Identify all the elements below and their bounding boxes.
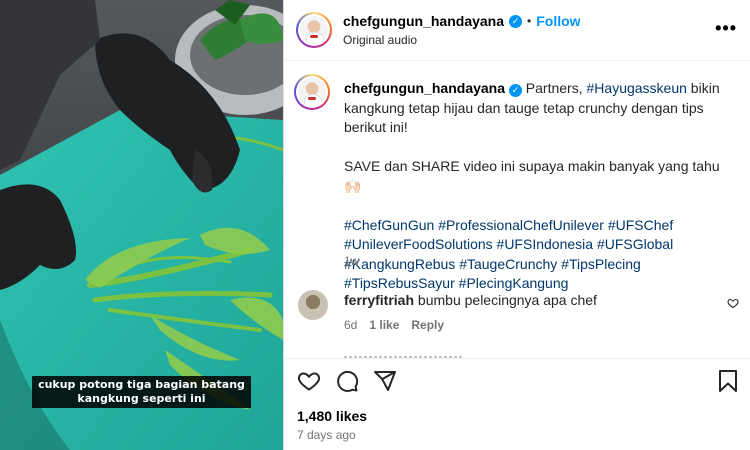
commenter-avatar[interactable] (298, 290, 328, 320)
author-username[interactable]: chefgungun_handayana (343, 13, 504, 29)
post-author-avatar[interactable] (294, 74, 330, 110)
caption-text-1: Partners, (521, 80, 587, 96)
hashtag-link[interactable]: #PlecingKangung (459, 275, 569, 291)
reply-button[interactable]: Reply (411, 318, 444, 332)
hashtag-link[interactable]: #TipsPlecing (561, 256, 641, 272)
likes-count[interactable]: 1,480 likes (297, 408, 367, 424)
hashtag-link[interactable]: #Hayugasskeun (587, 80, 687, 96)
comment-likes[interactable]: 1 like (369, 318, 399, 332)
hashtag-link[interactable]: #KangkungRebus (344, 256, 455, 272)
audio-label[interactable]: Original audio (343, 33, 417, 47)
post-panel: chefgungun_handayana ✓ • Follow Original… (283, 0, 750, 450)
comment-text: bumbu pelecingnya apa chef (417, 292, 597, 308)
verified-badge-icon: ✓ (509, 14, 523, 28)
comment-meta: 6d 1 like Reply (344, 318, 444, 332)
video-caption-text: cukup potong tiga bagian batang kangkung… (32, 376, 251, 408)
next-comment-partial (344, 347, 464, 358)
follow-button[interactable]: Follow (536, 13, 580, 29)
post-author-username[interactable]: chefgungun_handayana (344, 80, 505, 96)
caption-text-3: SAVE dan SHARE video ini supaya makin ba… (344, 158, 720, 194)
hashtag-list: #ChefGunGun #ProfessionalChefUnilever #U… (344, 217, 673, 292)
commenter-username[interactable]: ferryfitriah (344, 292, 414, 308)
share-icon[interactable] (373, 369, 397, 393)
hashtag-link[interactable]: #UFSChef (608, 217, 673, 233)
comments-scroll-area[interactable]: chefgungun_handayana ✓ Partners, #Hayuga… (284, 62, 750, 358)
hashtag-link[interactable]: #ChefGunGun (344, 217, 434, 233)
author-avatar[interactable] (296, 12, 332, 48)
video-caption: cukup potong tiga bagian batang kangkung… (0, 376, 283, 408)
comment-icon[interactable] (335, 369, 359, 393)
hashtag-link[interactable]: #TaugeCrunchy (459, 256, 557, 272)
post-date: 7 days ago (297, 428, 356, 442)
separator-dot: • (527, 14, 532, 28)
comment-heart-icon[interactable] (727, 297, 739, 309)
header-user-row: chefgungun_handayana ✓ • Follow (343, 13, 581, 29)
save-bookmark-icon[interactable] (717, 369, 739, 393)
hashtag-link[interactable]: #TipsRebusSayur (344, 275, 455, 291)
hashtag-link[interactable]: #UFSGlobal (597, 236, 673, 252)
more-horizontal-icon[interactable]: ••• (715, 18, 737, 39)
comment-item: ferryfitriah bumbu pelecingnya apa chef (344, 292, 597, 308)
video-player[interactable]: cukup potong tiga bagian batang kangkung… (0, 0, 283, 450)
hashtag-link[interactable]: #ProfessionalChefUnilever (438, 217, 604, 233)
post-header: chefgungun_handayana ✓ • Follow Original… (284, 0, 750, 61)
like-heart-icon[interactable] (297, 369, 321, 393)
post-actions: 1,480 likes 7 days ago (284, 358, 750, 450)
hashtag-link[interactable]: #UnileverFoodSolutions (344, 236, 493, 252)
comment-time: 6d (344, 318, 358, 332)
post-timestamp: 1w (344, 254, 360, 268)
verified-badge-icon: ✓ (508, 84, 522, 97)
post-caption: chefgungun_handayana ✓ Partners, #Hayuga… (344, 79, 734, 294)
hashtag-link[interactable]: #UFSIndonesia (497, 236, 594, 252)
